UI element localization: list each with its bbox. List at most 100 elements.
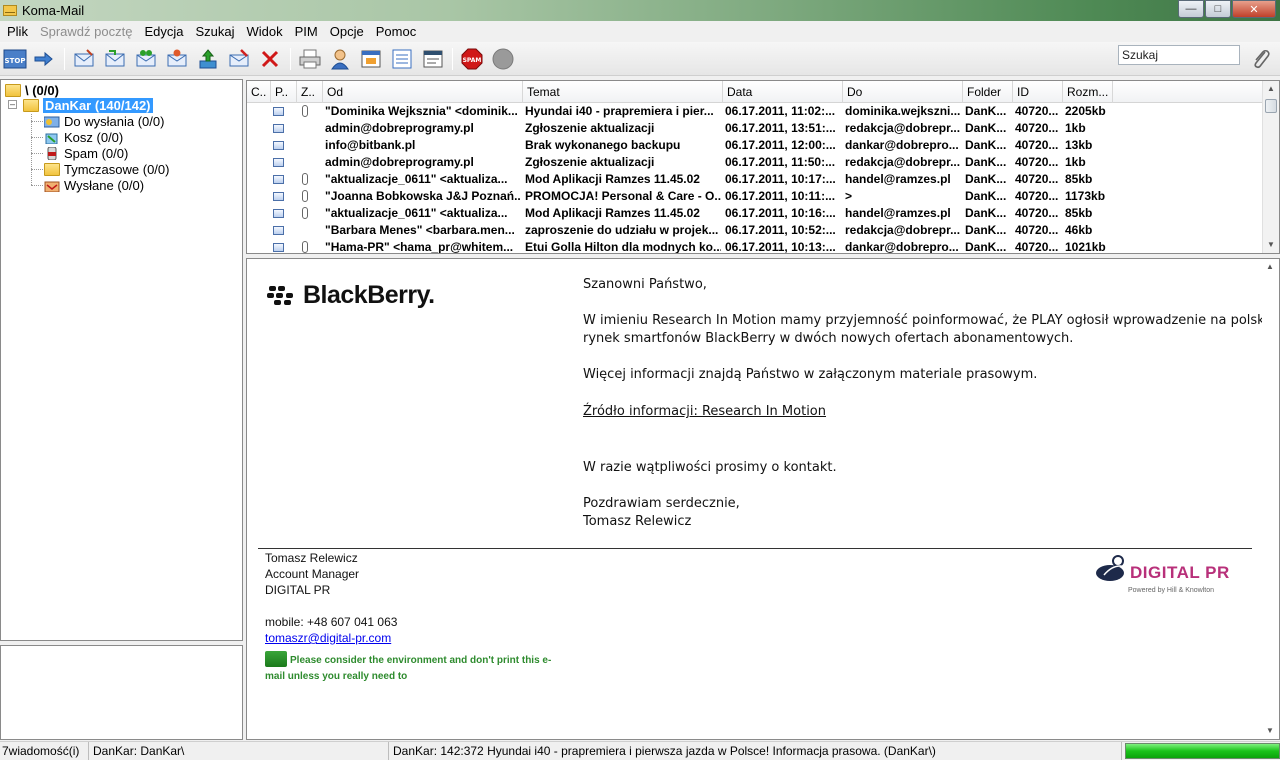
folder-info-panel <box>0 645 243 740</box>
column-header-rozmiar[interactable]: Rozm... <box>1063 81 1113 103</box>
reply-all-button[interactable] <box>134 47 158 71</box>
tree-root[interactable]: \ (0/0) <box>5 82 59 98</box>
delete-button[interactable] <box>258 47 282 71</box>
signature-email-link[interactable]: tomaszr@digital-pr.com <box>265 631 391 645</box>
greeting: Szanowni Państwo, <box>583 277 707 292</box>
table-row[interactable]: admin@dobreprogramy.pl Zgłoszenie aktuali… <box>247 120 1264 137</box>
new-message-button[interactable] <box>72 47 96 71</box>
message-list-header: C.. P.. Z.. Od Temat Data Do Folder ID R… <box>247 81 1264 103</box>
tree-folder-label: Tymczasowe (0/0) <box>64 161 170 177</box>
menu-edycja[interactable]: Edycja <box>139 24 188 39</box>
progress-bar <box>1125 743 1280 759</box>
maximize-button[interactable]: □ <box>1205 0 1231 18</box>
table-row[interactable]: admin@dobreprogramy.pl Zgłoszenie aktuali… <box>247 154 1264 171</box>
table-row[interactable]: "Dominika Wejksznia" <dominik... Hyundai … <box>247 103 1264 120</box>
cell-size: 1021kb <box>1065 240 1106 254</box>
close-window-button[interactable]: ✕ <box>1232 0 1276 18</box>
column-header-folder[interactable]: Folder <box>963 81 1013 103</box>
cell-folder: DanK... <box>965 155 1007 169</box>
column-header-id[interactable]: ID <box>1013 81 1063 103</box>
cell-size: 85kb <box>1065 172 1093 186</box>
column-header-p[interactable]: P.. <box>271 81 297 103</box>
column-header-do[interactable]: Do <box>843 81 963 103</box>
status-indicator-button[interactable] <box>491 47 515 71</box>
source-link[interactable]: Źródło informacji: Research In Motion <box>583 403 826 421</box>
cell-subject: zaproszenie do udziału w projek... <box>525 223 719 237</box>
table-row[interactable]: "Hama-PR" <hama_pr@whitem... Etui Golla H… <box>247 239 1264 254</box>
send-button[interactable] <box>196 47 220 71</box>
status-current-message: DanKar: 142:372 Hyundai i40 - prapremier… <box>391 742 1122 760</box>
tree-folder-do-wyslania[interactable]: Do wysłania (0/0) <box>44 113 164 129</box>
menu-widok[interactable]: Widok <box>242 24 288 39</box>
scroll-up-arrow[interactable]: ▲ <box>1262 259 1278 275</box>
cell-folder: DanK... <box>965 172 1007 186</box>
collapse-toggle[interactable]: – <box>8 100 17 109</box>
cell-size: 85kb <box>1065 206 1093 220</box>
cell-to: handel@ramzes.pl <box>845 172 951 186</box>
scroll-down-arrow[interactable]: ▼ <box>1262 723 1278 739</box>
calendar-button[interactable] <box>359 47 383 71</box>
notes-icon <box>423 50 443 68</box>
tree-account-dankar[interactable]: DanKar (140/142) <box>23 97 153 113</box>
tree-folder-tymczasowe[interactable]: Tymczasowe (0/0) <box>44 161 169 177</box>
menu-plik[interactable]: Plik <box>2 24 33 39</box>
table-row[interactable]: "aktualizacje_0611" <aktualiza... Mod Apl… <box>247 205 1264 222</box>
menu-szukaj[interactable]: Szukaj <box>190 24 239 39</box>
attachment-filter-button[interactable] <box>1249 47 1273 71</box>
message-body-scrollbar[interactable]: ▲ ▼ <box>1262 259 1279 739</box>
menu-pomoc[interactable]: Pomoc <box>371 24 421 39</box>
paragraph-1-line-2: rynek smartfonów BlackBerry w dwóch nowy… <box>583 331 1074 346</box>
notes-button[interactable] <box>421 47 445 71</box>
envelope-icon <box>273 226 284 235</box>
column-header-temat[interactable]: Temat <box>523 81 723 103</box>
cell-folder: DanK... <box>965 189 1007 203</box>
menu-pim[interactable]: PIM <box>290 24 323 39</box>
address-book-button[interactable] <box>328 47 352 71</box>
table-row[interactable]: "aktualizacje_0611" <aktualiza... Mod Apl… <box>247 171 1264 188</box>
print-button[interactable] <box>298 47 322 71</box>
menu-opcje[interactable]: Opcje <box>325 24 369 39</box>
tree-folder-kosz[interactable]: Kosz (0/0) <box>44 129 123 145</box>
cell-subject: Mod Aplikacji Ramzes 11.45.02 <box>525 172 700 186</box>
table-row[interactable]: "Joanna Bobkowska J&J Poznań... PROMOCJA!… <box>247 188 1264 205</box>
window-title: Koma-Mail <box>22 3 85 18</box>
scroll-up-arrow[interactable]: ▲ <box>1263 81 1279 97</box>
tree-folder-label: Do wysłania (0/0) <box>64 113 165 129</box>
reply-button[interactable] <box>103 47 127 71</box>
menu-sprawdz-poczte[interactable]: Sprawdź pocztę <box>35 24 138 39</box>
tree-folder-wyslane[interactable]: Wysłane (0/0) <box>44 177 144 193</box>
column-header-c[interactable]: C.. <box>247 81 271 103</box>
cell-from: "aktualizacje_0611" <aktualiza... <box>325 206 508 220</box>
mark-read-button[interactable] <box>227 47 251 71</box>
table-row[interactable]: info@bitbank.pl Brak wykonanego backupu 06… <box>247 137 1264 154</box>
svg-text:SPAM: SPAM <box>463 57 482 64</box>
forward-button[interactable] <box>165 47 189 71</box>
minimize-button[interactable]: — <box>1178 0 1204 18</box>
envelope-icon <box>273 158 284 167</box>
tree-folder-spam[interactable]: Spam (0/0) <box>44 145 128 161</box>
receive-mail-button[interactable] <box>32 47 56 71</box>
closing: Pozdrawiam serdecznie, <box>583 496 740 511</box>
column-header-od[interactable]: Od <box>323 81 523 103</box>
signature-company: DIGITAL PR <box>265 583 331 597</box>
spam-button[interactable]: SPAM <box>460 47 484 71</box>
cell-subject: Hyundai i40 - prapremiera i pier... <box>525 104 714 118</box>
cell-date: 06.17.2011, 11:50:... <box>725 155 836 169</box>
attachment-icon <box>302 241 308 253</box>
message-list-scrollbar[interactable]: ▲ ▼ <box>1262 81 1279 253</box>
scroll-thumb[interactable] <box>1265 99 1277 113</box>
cell-date: 06.17.2011, 10:17:... <box>725 172 836 186</box>
blackberry-dots-icon <box>267 285 299 306</box>
column-header-data[interactable]: Data <box>723 81 843 103</box>
message-preview: BlackBerry. Szanowni Państwo, W imieniu … <box>246 258 1280 740</box>
stop-button[interactable]: STOP <box>3 47 27 71</box>
cell-date: 06.17.2011, 11:02:... <box>725 104 836 118</box>
table-row[interactable]: "Barbara Menes" <barbara.men... zaproszen… <box>247 222 1264 239</box>
scroll-down-arrow[interactable]: ▼ <box>1263 237 1279 253</box>
svg-text:STOP: STOP <box>5 57 26 65</box>
tasks-button[interactable] <box>390 47 414 71</box>
cell-id: 40720... <box>1015 104 1059 118</box>
search-input[interactable] <box>1118 45 1240 65</box>
column-header-z[interactable]: Z.. <box>297 81 323 103</box>
cell-size: 13kb <box>1065 138 1093 152</box>
